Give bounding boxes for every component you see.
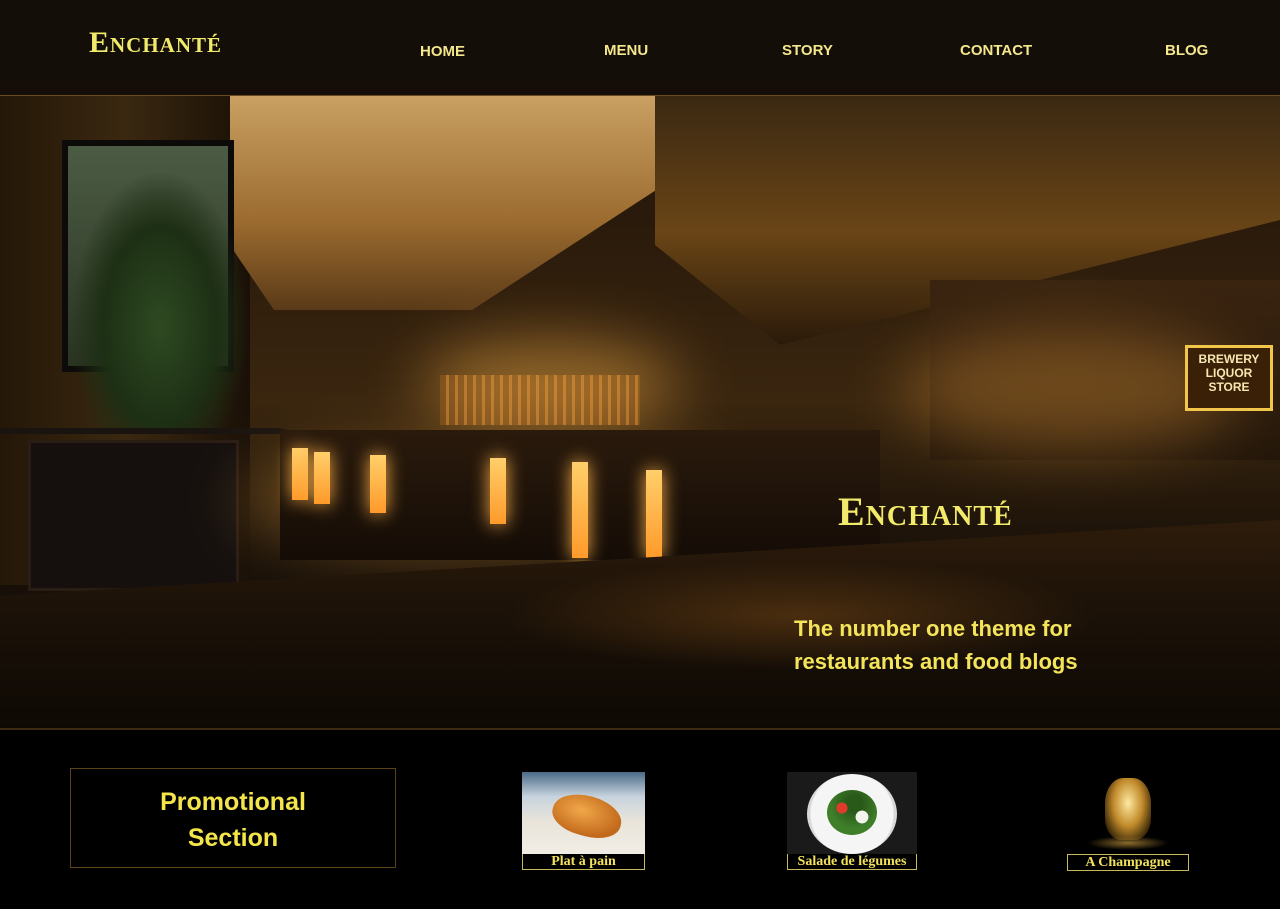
lit-pillar [646,470,662,558]
dish-caption: Plat à pain [522,854,645,870]
light-glow [420,340,680,430]
dish-card-salad[interactable]: Salade de légumes [787,772,917,870]
site-logo[interactable]: Enchanté [89,26,222,60]
nav-home[interactable]: HOME [420,43,465,60]
railing [0,428,296,454]
potted-plant [70,170,250,430]
salad-photo [787,772,917,854]
hero-subtitle-line: restaurants and food blogs [794,649,1078,674]
chalkboard [28,440,239,591]
nav-menu[interactable]: MENU [604,42,648,59]
hero-subtitle-line: The number one theme for [794,616,1072,641]
ceiling-panel [230,95,670,310]
promotional-section: Promotional Section [70,768,396,868]
dish-caption: Salade de légumes [787,854,917,870]
hero-subtitle: The number one theme for restaurants and… [794,612,1114,678]
croissant-photo [522,772,645,854]
promo-line: Section [187,824,279,852]
promo-line: Promotional [160,788,306,816]
lit-pillar [490,458,506,524]
lit-pillar [572,462,588,558]
dish-caption: A Champagne [1067,854,1189,871]
brewery-sign: BREWERY LIQUOR STORE [1185,345,1273,411]
section-divider [0,728,1280,730]
dish-card-champagne[interactable]: A Champagne [1067,772,1189,871]
champagne-photo [1067,772,1189,854]
lit-pillar [370,455,386,513]
nav-contact[interactable]: CONTACT [960,42,1032,59]
nav-story[interactable]: STORY [782,42,833,59]
nav-blog[interactable]: BLOG [1165,42,1208,59]
dish-card-croissant[interactable]: Plat à pain [522,772,645,870]
hero-title: Enchanté [838,489,1013,534]
promo-title: Promotional Section [71,769,395,856]
site-header: Enchanté HOME MENU STORY CONTACT BLOG [0,0,1280,96]
lit-pillar [314,452,330,504]
lit-pillar [292,448,308,500]
